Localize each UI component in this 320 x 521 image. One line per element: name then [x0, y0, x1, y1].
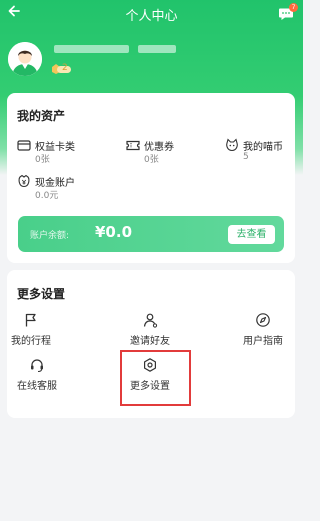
invite-icon [143, 313, 158, 328]
asset-label: 优惠券 [144, 142, 174, 153]
asset-value: 5 [243, 152, 249, 162]
view-balance-button[interactable]: 去查看 [228, 225, 275, 244]
level-number: 2 [62, 63, 68, 73]
more-settings-title: 更多设置 [17, 287, 66, 301]
headset-icon [31, 359, 43, 373]
menu-item-invite-friends[interactable]: 邀请好友 [119, 312, 181, 347]
asset-benefit-cards[interactable]: 权益卡类 0张 [17, 138, 117, 166]
compass-icon [256, 313, 270, 327]
asset-value: 0张 [35, 155, 50, 165]
cat-coin-icon [226, 138, 238, 152]
asset-coupons[interactable]: 优惠券 0张 [126, 138, 216, 166]
asset-value: 0.0元 [35, 191, 59, 201]
nickname-blurred [54, 45, 129, 53]
menu-item-label: 在线客服 [17, 381, 57, 392]
menu-item-label: 邀请好友 [130, 336, 170, 347]
menu-item-label: 用户指南 [243, 336, 283, 347]
balance-value: ¥0.0 [95, 223, 133, 241]
account-balance-bar: 账户余额: ¥0.0 去查看 [18, 216, 284, 252]
asset-cash-account[interactable]: 现金账户 0.0元 [17, 174, 117, 202]
avatar-icon [8, 42, 42, 76]
flag-icon [25, 313, 36, 327]
menu-item-online-support[interactable]: 在线客服 [6, 357, 68, 392]
balance-label: 账户余额: [30, 231, 70, 241]
ticket-icon [126, 140, 140, 151]
level-badge-icon [52, 64, 71, 74]
nickname-blurred-suffix [138, 45, 176, 53]
top-nav-bar: 个人中心 7 [0, 0, 303, 28]
asset-label: 权益卡类 [35, 142, 75, 153]
assets-card: 我的资产 权益卡类 0张 优惠券 0张 我的喵币 5 现金账户 0.0元 账户余… [7, 93, 295, 263]
message-button[interactable]: 7 [278, 3, 298, 20]
asset-cat-coins[interactable]: 我的喵币 5 [225, 138, 290, 166]
page-title: 个人中心 [125, 9, 178, 24]
card-icon [17, 140, 31, 151]
asset-label: 现金账户 [35, 178, 75, 189]
avatar[interactable] [8, 42, 42, 76]
asset-value: 0张 [144, 155, 159, 165]
message-count-badge: 7 [289, 3, 298, 12]
menu-item-user-guide[interactable]: 用户指南 [232, 312, 294, 347]
menu-item-my-trips[interactable]: 我的行程 [0, 312, 62, 347]
wallet-icon [18, 174, 30, 188]
highlight-box [120, 350, 191, 406]
menu-item-label: 我的行程 [11, 336, 51, 347]
assets-title: 我的资产 [17, 109, 66, 123]
asset-label: 我的喵币 [243, 142, 283, 153]
